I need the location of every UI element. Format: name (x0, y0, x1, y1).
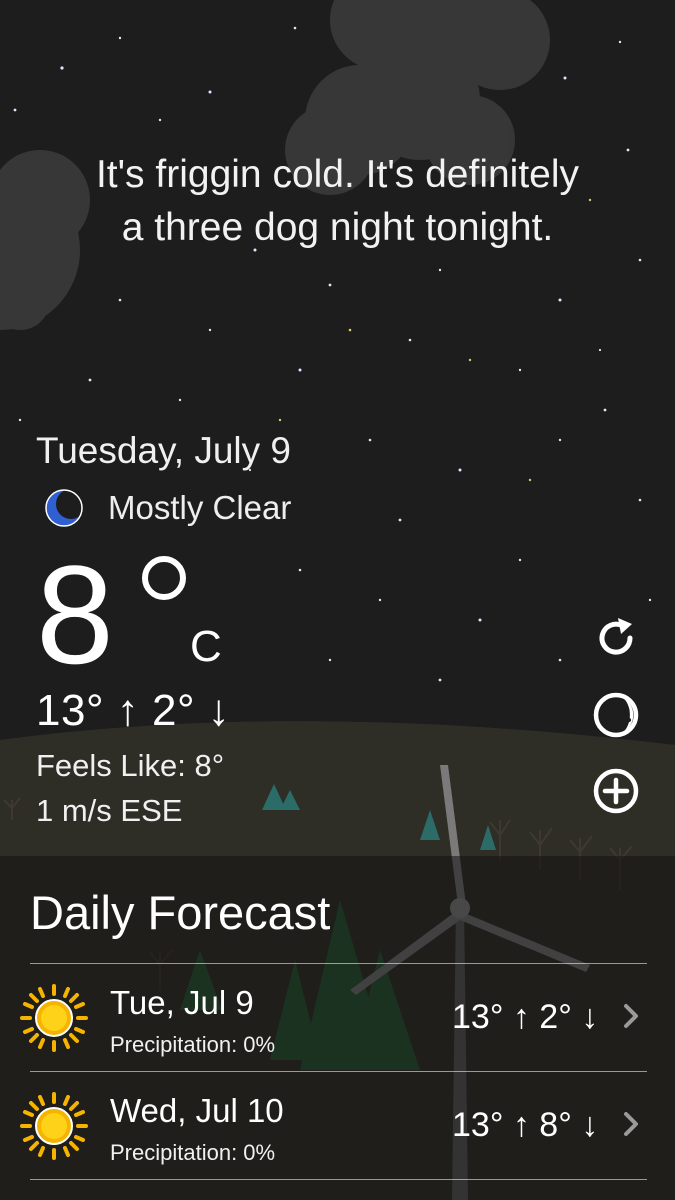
message-line-1: It's friggin cold. It's definitely (95, 153, 580, 196)
temperature-unit: C (190, 622, 222, 671)
forecast-temperatures: 13° ↑ 8° ↓ (452, 1106, 599, 1144)
forecast-row[interactable]: Tue, Jul 9 Precipitation: 0% 13° ↑ 2° ↓ (20, 963, 647, 1071)
add-location-button[interactable] (590, 765, 642, 817)
forecast-precipitation: Precipitation: 0% (110, 1140, 276, 1165)
forecast-day: Wed, Jul 10 (110, 1092, 284, 1129)
high-low-temperature: 13° ↑ 2° ↓ (36, 686, 231, 735)
moon-phase-icon (593, 692, 639, 738)
wind-info: 1 m/s ESE (36, 793, 183, 828)
crescent-moon-icon (45, 489, 84, 527)
forecast-row[interactable]: Wed, Jul 10 Precipitation: 0% 13° ↑ 8° ↓ (20, 1071, 647, 1180)
condition-row: Mostly Clear (44, 486, 291, 530)
refresh-button[interactable] (590, 612, 642, 664)
current-date: Tuesday, July 9 (36, 430, 292, 471)
degree-symbol (142, 556, 186, 600)
sun-icon (20, 1092, 88, 1160)
forecast-day: Tue, Jul 9 (110, 984, 254, 1021)
add-circle-icon (593, 768, 639, 814)
sun-icon (20, 984, 88, 1052)
daily-forecast-title: Daily Forecast (30, 886, 331, 939)
condition-label: Mostly Clear (108, 489, 292, 526)
refresh-icon (599, 618, 633, 655)
feels-like: Feels Like: 8° (36, 748, 225, 783)
moon-phase-button[interactable] (590, 689, 642, 741)
chevron-right-icon (624, 1112, 638, 1136)
current-temperature: 8 (36, 536, 114, 693)
weather-app: It's friggin cold. It's definitely a thr… (0, 0, 675, 1200)
weather-message: It's friggin cold. It's definitely a thr… (30, 148, 645, 254)
forecast-temperatures: 13° ↑ 2° ↓ (452, 998, 599, 1036)
forecast-precipitation: Precipitation: 0% (110, 1032, 276, 1057)
chevron-right-icon (624, 1004, 638, 1028)
message-line-2: a three dog night tonight. (121, 206, 554, 249)
